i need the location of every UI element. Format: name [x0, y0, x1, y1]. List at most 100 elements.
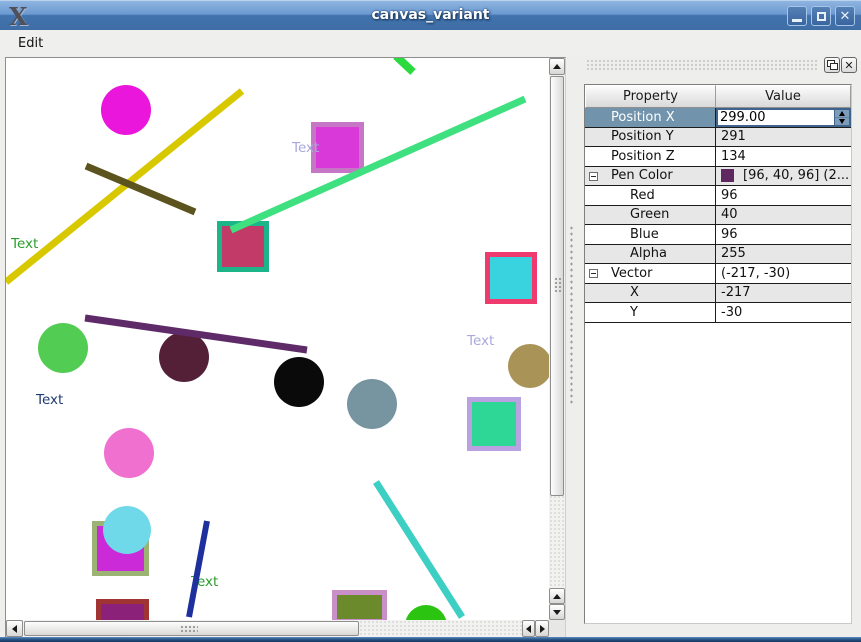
left-arrow-icon	[526, 625, 531, 633]
olive-square-plum-border[interactable]	[335, 593, 385, 621]
float-icon	[830, 63, 838, 70]
dock-titlebar[interactable]	[586, 59, 818, 72]
slate-gray-circle[interactable]	[347, 379, 397, 429]
column-header-value[interactable]: Value	[716, 85, 851, 108]
khaki-circle[interactable]	[508, 344, 549, 388]
scroll-left-button[interactable]	[6, 620, 23, 637]
pen-color-swatch	[721, 169, 734, 182]
canvas-scroll-area: TextTextTextTextText	[5, 57, 566, 638]
up-arrow-icon	[839, 111, 845, 116]
horizontal-scrollbar[interactable]	[6, 620, 549, 637]
row-value: 96	[716, 225, 851, 245]
minimize-button[interactable]	[787, 6, 807, 26]
vertical-scrollbar[interactable]	[549, 58, 565, 620]
text-item[interactable]: Text	[10, 236, 38, 252]
right-arrow-icon	[540, 625, 545, 633]
magenta-circle[interactable]	[101, 85, 151, 135]
vscroll-thumb[interactable]	[550, 76, 564, 496]
purple-rect-red-border[interactable]	[99, 602, 147, 621]
table-row-blue[interactable]: Blue 96	[585, 225, 851, 245]
dock-float-button[interactable]	[824, 57, 840, 73]
close-icon: ✕	[844, 60, 853, 71]
row-value: 255	[716, 245, 851, 265]
text-item[interactable]: Text	[291, 140, 319, 156]
thumb-grip	[554, 277, 562, 293]
table-header: Property Value	[585, 85, 851, 108]
table-row-y[interactable]: Y -30	[585, 303, 851, 323]
scrollbar-corner	[549, 620, 565, 637]
row-value: -217	[716, 284, 851, 304]
app-window: X canvas_variant ✕ Edit Text Text Text Text…	[0, 0, 861, 642]
table-row-green[interactable]: Green 40	[585, 206, 851, 226]
navy-line[interactable]	[189, 521, 207, 617]
turquoise-line[interactable]	[376, 482, 462, 617]
black-circle[interactable]	[274, 357, 324, 407]
row-value: -30	[716, 303, 851, 323]
row-value	[716, 108, 851, 128]
row-label: Position X	[585, 108, 716, 128]
position-x-spinbox[interactable]	[716, 108, 851, 127]
row-label: Position Z	[585, 147, 716, 167]
collapse-toggle[interactable]	[589, 172, 598, 181]
menu-edit[interactable]: Edit	[12, 34, 49, 53]
spin-up-button[interactable]	[835, 110, 849, 118]
cyan-square-pink-border[interactable]	[488, 255, 535, 302]
table-row-x[interactable]: X -217	[585, 284, 851, 304]
column-header-property[interactable]: Property	[585, 85, 716, 108]
up-arrow-icon	[553, 64, 561, 69]
maroon-circle[interactable]	[159, 332, 209, 382]
minimize-icon	[792, 19, 802, 22]
hscroll-thumb[interactable]	[24, 621, 359, 636]
window-bottom-border	[0, 637, 861, 642]
scroll-down-button[interactable]	[549, 604, 565, 620]
row-label: Y	[585, 303, 716, 323]
menubar: Edit	[0, 30, 861, 56]
scroll-left-button-2[interactable]	[522, 620, 535, 637]
text-item[interactable]: Text	[35, 392, 63, 408]
table-row-alpha[interactable]: Alpha 255	[585, 245, 851, 265]
table-row-position-x[interactable]: Position X	[585, 108, 851, 128]
row-label: Vector	[585, 264, 716, 284]
text-item[interactable]: Text	[466, 333, 494, 349]
table-row-red[interactable]: Red 96	[585, 186, 851, 206]
down-arrow-icon	[553, 610, 561, 615]
green-square-lavender-border[interactable]	[470, 400, 519, 449]
down-arrow-icon	[839, 119, 845, 124]
canvas-viewport[interactable]: TextTextTextTextText	[6, 58, 549, 620]
row-value: 291	[716, 128, 851, 148]
table-row-pen-color[interactable]: Pen Color [96, 40, 96] (2...	[585, 167, 851, 187]
thumb-grip	[180, 625, 198, 634]
row-label: Pen Color	[585, 167, 716, 187]
close-icon: ✕	[840, 10, 851, 23]
spring-green-line[interactable]	[231, 99, 525, 230]
property-table: Property Value Position X Position Y 291…	[584, 84, 852, 624]
table-row-vector[interactable]: Vector (-217, -30)	[585, 264, 851, 284]
position-x-input[interactable]	[718, 110, 834, 125]
close-button[interactable]: ✕	[835, 6, 855, 26]
magenta-square-plum-border[interactable]	[314, 125, 362, 171]
dock-splitter-handle[interactable]	[569, 225, 575, 405]
pink-circle[interactable]	[104, 428, 154, 478]
dock-close-button[interactable]: ✕	[841, 57, 857, 73]
maximize-button[interactable]	[811, 6, 831, 26]
titlebar[interactable]: X canvas_variant ✕	[0, 0, 861, 30]
scroll-up-button[interactable]	[549, 58, 565, 75]
collapse-toggle[interactable]	[589, 269, 598, 278]
table-row-position-z[interactable]: Position Z 134	[585, 147, 851, 167]
bright-green-circle[interactable]	[405, 605, 447, 620]
maximize-icon	[817, 12, 826, 21]
spin-down-button[interactable]	[835, 118, 849, 125]
scroll-right-button[interactable]	[535, 620, 549, 637]
scroll-up-button-2[interactable]	[549, 588, 565, 604]
green-circle[interactable]	[38, 323, 88, 373]
up-arrow-icon	[553, 594, 561, 599]
row-label: Blue	[585, 225, 716, 245]
short-green-line[interactable]	[396, 58, 413, 72]
row-value: 134	[716, 147, 851, 167]
row-label: Red	[585, 186, 716, 206]
crimson-square-teal-border[interactable]	[220, 224, 267, 270]
sky-blue-circle[interactable]	[103, 506, 151, 554]
table-row-position-y[interactable]: Position Y 291	[585, 128, 851, 148]
row-value: [96, 40, 96] (2...	[716, 167, 851, 187]
window-title: canvas_variant	[0, 7, 861, 23]
